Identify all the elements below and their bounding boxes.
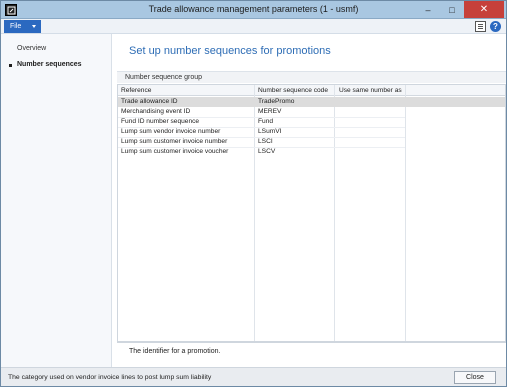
- chevron-down-icon: [32, 25, 36, 28]
- title-bar: Trade allowance management parameters (1…: [1, 1, 506, 19]
- help-icon[interactable]: ?: [490, 21, 501, 32]
- cell-code[interactable]: LSCI: [258, 138, 273, 145]
- cell-code[interactable]: TradePromo: [258, 98, 294, 105]
- close-button[interactable]: Close: [454, 371, 496, 384]
- cell-reference: Merchandising event ID: [121, 108, 191, 115]
- nav-bullet-icon: [9, 64, 12, 67]
- group-label: Number sequence group: [125, 74, 203, 81]
- grid-header: Reference Number sequence code Use same …: [118, 85, 505, 96]
- cell-code[interactable]: Fund: [258, 118, 273, 125]
- table-row[interactable]: Lump sum customer invoice voucher LSCV: [118, 147, 505, 157]
- column-header-same-as[interactable]: Use same number as: [339, 87, 402, 94]
- file-menu-label: File: [10, 23, 22, 30]
- help-text: The identifier for a promotion.: [129, 348, 221, 355]
- cell-reference: Lump sum customer invoice number: [121, 138, 228, 145]
- status-text: The category used on vendor invoice line…: [8, 374, 212, 381]
- cell-reference: Fund ID number sequence: [121, 118, 200, 125]
- cell-reference: Trade allowance ID: [121, 98, 178, 105]
- column-header-reference[interactable]: Reference: [121, 87, 151, 94]
- table-row[interactable]: Lump sum customer invoice number LSCI: [118, 137, 505, 147]
- table-row[interactable]: Trade allowance ID TradePromo: [118, 97, 505, 107]
- window: Trade allowance management parameters (1…: [0, 0, 507, 387]
- help-text-pane: The identifier for a promotion.: [117, 342, 506, 367]
- page-title: Set up number sequences for promotions: [129, 45, 331, 57]
- file-menu-button[interactable]: File: [4, 20, 41, 33]
- left-nav: Overview Number sequences: [1, 34, 112, 367]
- column-header-code[interactable]: Number sequence code: [258, 87, 328, 94]
- cell-code[interactable]: LSCV: [258, 148, 275, 155]
- layout-icon[interactable]: [475, 21, 486, 32]
- group-header[interactable]: Number sequence group: [117, 71, 506, 83]
- status-bar: The category used on vendor invoice line…: [1, 367, 506, 386]
- close-window-button[interactable]: ✕: [464, 1, 504, 18]
- cell-reference: Lump sum customer invoice voucher: [121, 148, 229, 155]
- window-controls: – □ ✕: [416, 1, 504, 18]
- menu-bar: File ?: [1, 19, 506, 34]
- cell-code[interactable]: MEREV: [258, 108, 281, 115]
- nav-item-overview[interactable]: Overview: [17, 45, 46, 52]
- maximize-button[interactable]: □: [440, 1, 464, 18]
- table-row[interactable]: Merchandising event ID MEREV: [118, 107, 505, 117]
- table-row[interactable]: Lump sum vendor invoice number LSumVI: [118, 127, 505, 137]
- table-row[interactable]: Fund ID number sequence Fund: [118, 117, 505, 127]
- cell-code[interactable]: LSumVI: [258, 128, 281, 135]
- cell-reference: Lump sum vendor invoice number: [121, 128, 221, 135]
- nav-item-number-sequences[interactable]: Number sequences: [17, 61, 82, 68]
- main-content: Set up number sequences for promotions N…: [113, 34, 506, 367]
- number-sequence-grid: Reference Number sequence code Use same …: [117, 84, 506, 342]
- minimize-button[interactable]: –: [416, 1, 440, 18]
